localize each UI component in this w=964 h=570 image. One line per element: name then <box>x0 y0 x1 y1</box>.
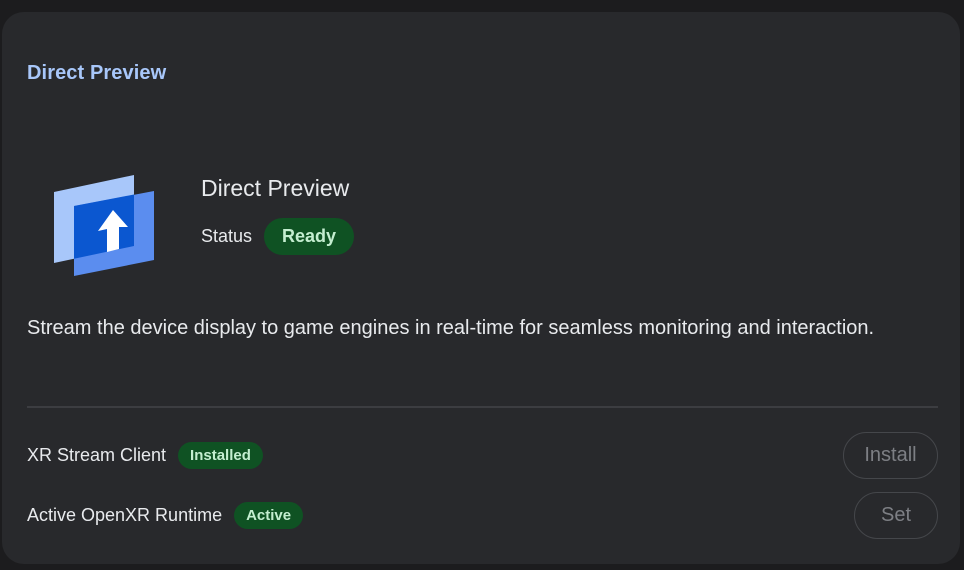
status-label: Status <box>201 226 253 246</box>
dependency-row-openxr-runtime: Active OpenXR Runtime Active <box>27 502 304 529</box>
section-title: Direct Preview <box>27 62 167 84</box>
active-badge: Active <box>234 502 304 529</box>
app-description: Stream the device display to game engine… <box>27 317 875 339</box>
status-row: Status Ready <box>201 218 355 255</box>
dependency-label: Active OpenXR Runtime <box>27 505 223 525</box>
app-name: Direct Preview <box>201 175 350 201</box>
direct-preview-card: Direct Preview Direct Preview Status Rea… <box>2 12 960 564</box>
install-button[interactable]: Install <box>843 432 938 479</box>
divider <box>27 406 938 408</box>
status-badge: Ready <box>264 218 355 255</box>
dependency-label: XR Stream Client <box>27 445 167 465</box>
set-button[interactable]: Set <box>854 492 938 539</box>
direct-preview-upload-icon <box>54 175 154 276</box>
dependency-row-xr-stream-client: XR Stream Client Installed <box>27 442 263 469</box>
installed-badge: Installed <box>178 442 263 469</box>
